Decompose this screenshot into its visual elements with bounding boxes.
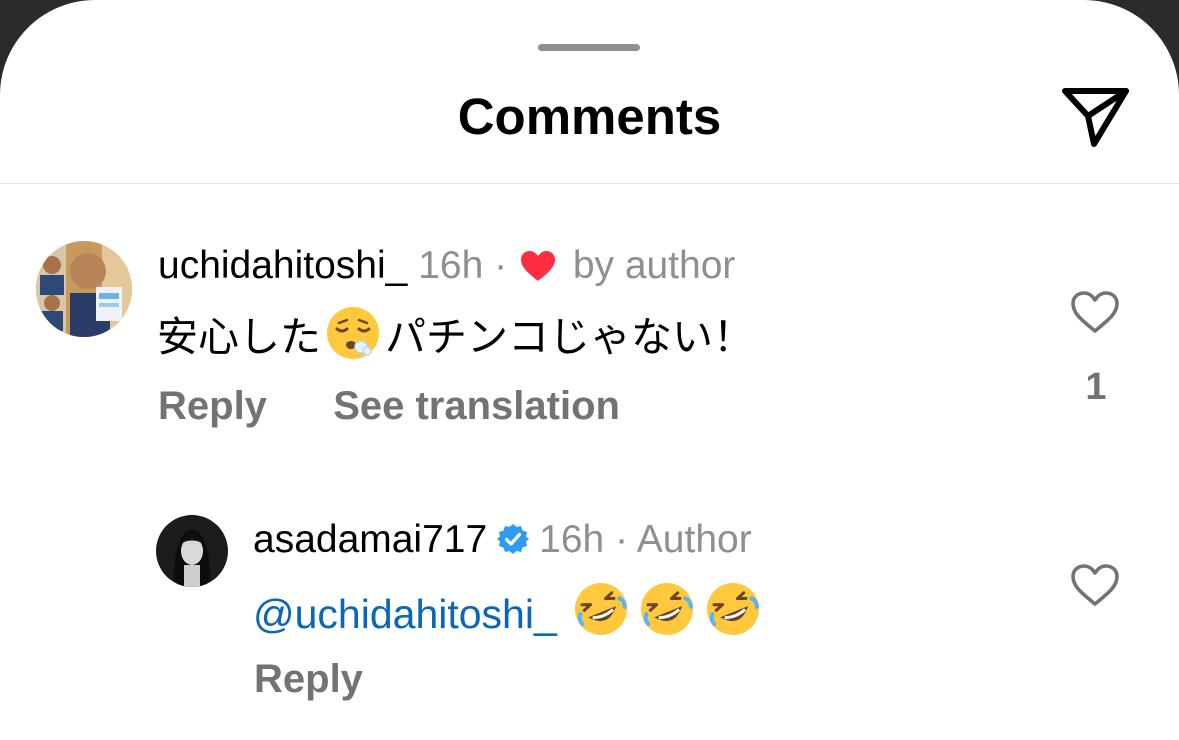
comment-time: 16h [418, 244, 484, 287]
comment-meta: uchidahitoshi_ 16h · by author [158, 242, 735, 294]
share-button[interactable] [1060, 84, 1132, 150]
comment-username[interactable]: uchidahitoshi_ [158, 244, 407, 287]
comment-actions: Reply See translation [158, 382, 620, 430]
paper-plane-icon [1062, 88, 1129, 147]
author-label: Author [636, 518, 752, 561]
header-divider [0, 183, 1179, 184]
avatar[interactable] [36, 241, 132, 337]
meta-separator: · [494, 244, 508, 287]
like-button[interactable] [1070, 563, 1120, 612]
page-title: Comments [457, 88, 722, 145]
comment-text: 安心した パチンコじゃない！ [157, 305, 754, 373]
heart-outline-icon [1071, 291, 1119, 333]
comment-text-part: パチンコじゃない！ [385, 314, 754, 360]
comments-sheet: Comments uchidahitoshi_ 16h · by author … [0, 0, 1179, 740]
comment-username[interactable]: asadamai717 [253, 518, 487, 561]
mention-link[interactable]: @uchidahitoshi_ [253, 591, 557, 637]
comment-text: @uchidahitoshi_ [253, 580, 766, 650]
comment-text-part: 安心した [157, 314, 321, 360]
heart-filled-icon [520, 246, 556, 294]
comment-meta: asadamai717 16h · Author [253, 516, 752, 567]
comment-actions: Reply [254, 655, 363, 703]
comment-time: 16h [539, 518, 605, 561]
see-translation-button[interactable]: See translation [333, 384, 620, 428]
verified-badge-icon [497, 519, 530, 567]
rolling-laughing-emoji [704, 580, 762, 650]
rolling-laughing-emoji [572, 580, 630, 650]
relieved-face-emoji [325, 305, 381, 373]
avatar[interactable] [156, 515, 228, 587]
reply-button[interactable]: Reply [158, 384, 267, 428]
liked-by-author-label: by author [572, 244, 736, 287]
like-count: 1 [1085, 366, 1107, 408]
like-button[interactable] [1070, 290, 1120, 339]
reply-button[interactable]: Reply [254, 657, 363, 701]
meta-separator: · [615, 518, 629, 561]
heart-outline-icon [1071, 564, 1119, 606]
drag-handle[interactable] [538, 44, 640, 51]
rolling-laughing-emoji [638, 580, 696, 650]
